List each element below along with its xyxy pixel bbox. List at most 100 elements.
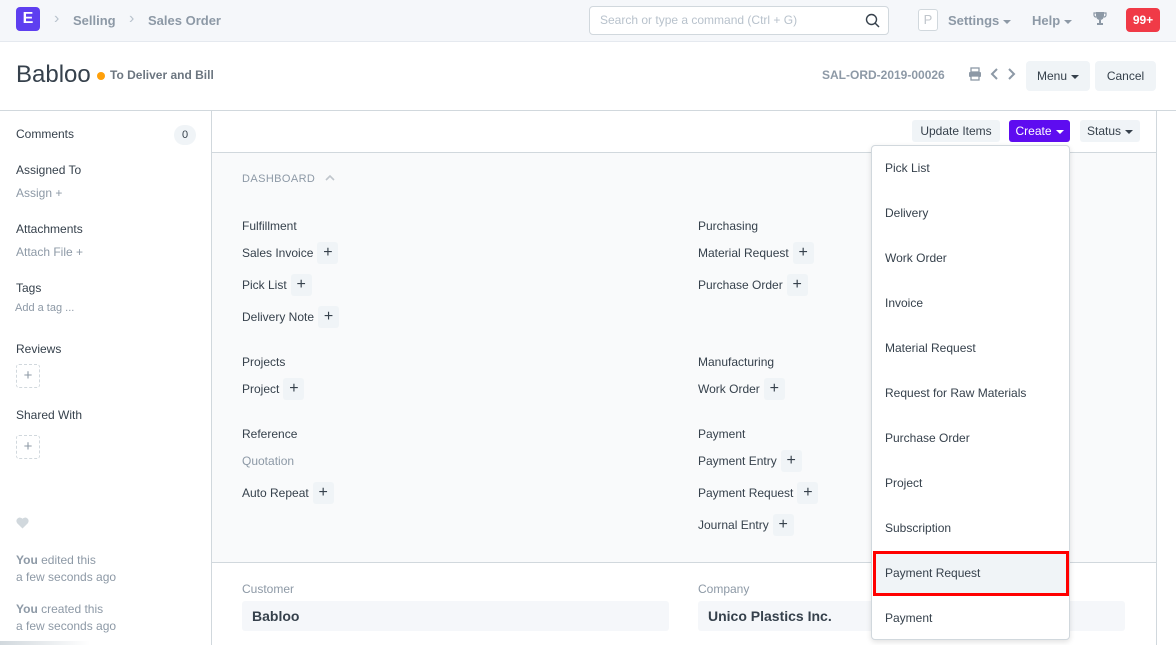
add-icon[interactable]: + <box>317 242 339 264</box>
link-label[interactable]: Delivery Note <box>242 310 314 324</box>
menu-item-material-request[interactable]: Material Request <box>872 326 1069 371</box>
caret-down-icon <box>1003 19 1012 24</box>
next-doc-icon[interactable] <box>1004 67 1018 81</box>
add-icon[interactable]: + <box>786 274 808 296</box>
add-icon[interactable]: + <box>797 482 819 504</box>
menu-item-purchase-order[interactable]: Purchase Order <box>872 416 1069 461</box>
menu-item-invoice[interactable]: Invoice <box>872 281 1069 326</box>
breadcrumb-selling[interactable]: Selling <box>73 13 116 28</box>
breadcrumb-sales-order[interactable]: Sales Order <box>148 13 221 28</box>
group-title-payment: Payment <box>698 427 746 441</box>
add-icon[interactable]: + <box>772 514 794 536</box>
menu-item-payment-request[interactable]: Payment Request <box>873 551 1069 596</box>
document-id: SAL-ORD-2019-00026 <box>822 68 945 82</box>
activity-time: a few seconds ago <box>16 570 117 584</box>
update-items-button[interactable]: Update Items <box>912 120 1000 142</box>
search-icon[interactable] <box>864 12 882 30</box>
settings-dropdown[interactable]: Settings <box>948 13 1012 28</box>
search-box <box>589 6 889 35</box>
assign-link[interactable]: Assign + <box>16 186 62 200</box>
add-review-button[interactable]: + <box>16 364 40 388</box>
activity-actor: You <box>16 553 38 567</box>
add-icon[interactable]: + <box>763 378 785 400</box>
customer-field[interactable]: Babloo <box>242 601 669 631</box>
cancel-button[interactable]: Cancel <box>1095 61 1156 91</box>
create-button[interactable]: Create <box>1009 120 1070 142</box>
status-button[interactable]: Status <box>1080 120 1140 142</box>
help-dropdown[interactable]: Help <box>1032 13 1073 28</box>
menu-item-project[interactable]: Project <box>872 461 1069 506</box>
caret-down-icon <box>1071 74 1080 79</box>
link-label[interactable]: Work Order <box>698 382 760 396</box>
dashboard-link-material-request: Material Request + <box>698 242 814 264</box>
search-input[interactable] <box>600 13 850 27</box>
previous-doc-icon[interactable] <box>988 67 1002 81</box>
chevron-right-icon: › <box>129 10 135 27</box>
add-icon[interactable]: + <box>283 378 305 400</box>
assigned-to-label: Assigned To <box>16 163 82 177</box>
dashboard-link-journal-entry: Journal Entry + <box>698 514 794 536</box>
group-title-reference: Reference <box>242 427 298 441</box>
link-label[interactable]: Payment Request <box>698 486 793 500</box>
menu-item-subscription[interactable]: Subscription <box>872 506 1069 551</box>
user-avatar[interactable]: P <box>918 9 938 31</box>
link-label[interactable]: Payment Entry <box>698 454 777 468</box>
menu-button[interactable]: Menu <box>1026 61 1090 91</box>
menu-item-request-for-raw-materials[interactable]: Request for Raw Materials <box>872 371 1069 416</box>
dashboard-link-auto-repeat: Auto Repeat + <box>242 482 334 504</box>
dashboard-link-sales-invoice: Sales Invoice + <box>242 242 339 264</box>
app-logo[interactable]: E <box>16 7 40 31</box>
notifications-badge[interactable]: 99+ <box>1126 8 1160 32</box>
add-tag-link[interactable]: Add a tag ... <box>15 302 74 314</box>
dashboard-link-project: Project + <box>242 378 305 400</box>
link-label[interactable]: Quotation <box>242 454 294 468</box>
link-label[interactable]: Project <box>242 382 279 396</box>
activity-item: You created this a few seconds ago <box>16 601 116 635</box>
add-icon[interactable]: + <box>318 306 340 328</box>
like-heart-icon[interactable] <box>16 517 29 529</box>
status-button-label: Status <box>1086 124 1122 138</box>
attach-file-link[interactable]: Attach File + <box>16 245 83 259</box>
trophy-icon[interactable] <box>1093 11 1107 27</box>
dashboard-link-purchase-order: Purchase Order + <box>698 274 808 296</box>
page-title: Babloo <box>16 61 91 88</box>
menu-item-payment[interactable]: Payment <box>872 596 1069 641</box>
menu-item-delivery[interactable]: Delivery <box>872 191 1069 236</box>
print-icon[interactable] <box>968 67 982 81</box>
add-icon[interactable]: + <box>312 482 334 504</box>
company-label: Company <box>698 582 750 596</box>
scroll-shadow <box>0 641 90 645</box>
add-icon[interactable]: + <box>792 242 814 264</box>
activity-item: You edited this a few seconds ago <box>16 552 116 586</box>
link-label[interactable]: Auto Repeat <box>242 486 309 500</box>
add-share-button[interactable]: + <box>16 435 40 459</box>
chevron-up-icon[interactable] <box>324 173 336 183</box>
group-title-purchasing: Purchasing <box>698 219 759 233</box>
link-label[interactable]: Material Request <box>698 246 789 260</box>
create-dropdown-menu: Pick List Delivery Work Order Invoice Ma… <box>871 145 1070 640</box>
add-icon[interactable]: + <box>780 450 802 472</box>
dashboard-link-pick-list: Pick List + <box>242 274 312 296</box>
group-title-fulfillment: Fulfillment <box>242 219 297 233</box>
menu-item-work-order[interactable]: Work Order <box>872 236 1069 281</box>
status-indicator-dot <box>97 72 105 80</box>
caret-down-icon <box>1055 129 1064 134</box>
dashboard-link-payment-request: Payment Request + <box>698 482 819 504</box>
link-label[interactable]: Sales Invoice <box>242 246 313 260</box>
link-label[interactable]: Journal Entry <box>698 518 769 532</box>
help-label: Help <box>1032 13 1061 28</box>
caret-down-icon <box>1064 19 1073 24</box>
link-label[interactable]: Purchase Order <box>698 278 783 292</box>
navbar: E › Selling › Sales Order P Settings Hel… <box>0 0 1176 42</box>
activity-actor: You <box>16 602 38 616</box>
settings-label: Settings <box>948 13 1000 28</box>
link-label[interactable]: Pick List <box>242 278 287 292</box>
add-icon[interactable]: + <box>290 274 312 296</box>
menu-item-pick-list[interactable]: Pick List <box>872 146 1069 191</box>
dashboard-title[interactable]: DASHBOARD <box>242 173 315 185</box>
dashboard-link-delivery-note: Delivery Note + <box>242 306 340 328</box>
create-label: Create <box>1015 124 1052 138</box>
comments-label[interactable]: Comments <box>16 127 74 141</box>
chevron-right-icon: › <box>54 10 60 27</box>
dashboard-link-work-order: Work Order + <box>698 378 785 400</box>
